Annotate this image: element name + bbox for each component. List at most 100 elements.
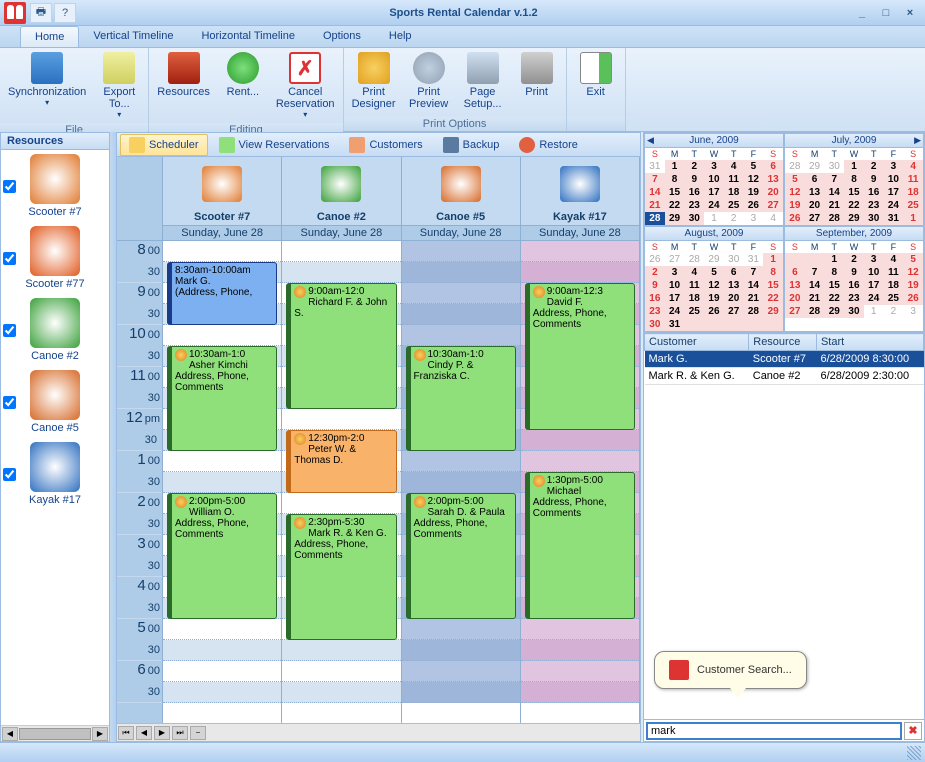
- calendar-day[interactable]: 18: [903, 186, 923, 199]
- time-slot[interactable]: [402, 619, 520, 640]
- minimize-button[interactable]: _: [851, 4, 873, 22]
- calendar-day[interactable]: 15: [824, 279, 844, 292]
- calendar-day[interactable]: 22: [665, 199, 685, 212]
- calendar-day[interactable]: 2: [864, 160, 884, 173]
- calendar-day[interactable]: 1: [864, 305, 884, 318]
- calendar-day[interactable]: 27: [763, 199, 783, 212]
- calendar-day[interactable]: 10: [665, 279, 685, 292]
- resource-checkbox[interactable]: [3, 468, 16, 481]
- calendar-day[interactable]: 29: [704, 253, 724, 266]
- calendar-day[interactable]: 31: [884, 212, 904, 225]
- calendar-day[interactable]: 10: [884, 173, 904, 186]
- time-slot[interactable]: [521, 619, 639, 640]
- calendar-day[interactable]: 3: [903, 305, 923, 318]
- calendar-day[interactable]: 23: [844, 292, 864, 305]
- calendar-day[interactable]: 24: [864, 292, 884, 305]
- resource-checkbox[interactable]: [3, 252, 16, 265]
- reservation-event[interactable]: 12:30pm-2:0Peter W. & Thomas D.: [286, 430, 396, 493]
- calendar-day[interactable]: 22: [824, 292, 844, 305]
- calendar-day[interactable]: 28: [785, 160, 805, 173]
- time-slot[interactable]: [163, 682, 281, 703]
- calendar-day[interactable]: 18: [684, 292, 704, 305]
- resource-item[interactable]: Kayak #17: [1, 438, 109, 510]
- calendar-day[interactable]: 9: [844, 266, 864, 279]
- calendar-day[interactable]: 21: [645, 199, 665, 212]
- column-body[interactable]: 8:30am-10:00amMark G.(Address, Phone, 10…: [163, 241, 281, 703]
- calendar-day[interactable]: 30: [844, 305, 864, 318]
- tab-customers[interactable]: Customers: [340, 134, 431, 156]
- calendar-day[interactable]: 30: [645, 318, 665, 331]
- time-slot[interactable]: [163, 241, 281, 262]
- time-slot[interactable]: [282, 682, 400, 703]
- time-slot[interactable]: [402, 472, 520, 493]
- calendar-day[interactable]: 29: [665, 212, 685, 225]
- col-start[interactable]: Start: [816, 334, 923, 351]
- calendar-day[interactable]: 3: [744, 212, 764, 225]
- resources-scrollbar[interactable]: ◀ ▶: [1, 725, 109, 741]
- calendar-day[interactable]: 21: [824, 199, 844, 212]
- tab-backup[interactable]: Backup: [434, 134, 509, 156]
- calendar-day[interactable]: 8: [763, 266, 783, 279]
- calendar-day[interactable]: 17: [864, 279, 884, 292]
- calendar-day[interactable]: 14: [645, 186, 665, 199]
- time-slot[interactable]: [521, 451, 639, 472]
- calendar-day[interactable]: 11: [884, 266, 904, 279]
- calendar-day[interactable]: 15: [665, 186, 685, 199]
- calendar-day[interactable]: 25: [884, 292, 904, 305]
- calendar-day[interactable]: 29: [805, 160, 825, 173]
- calendar-day[interactable]: 30: [864, 212, 884, 225]
- time-slot[interactable]: [402, 451, 520, 472]
- calendar-day[interactable]: 2: [884, 305, 904, 318]
- time-slot[interactable]: [402, 325, 520, 346]
- reservation-event[interactable]: 9:00am-12:0Richard F. & John S.: [286, 283, 396, 409]
- calendar-day[interactable]: 2: [724, 212, 744, 225]
- calendar-day[interactable]: 3: [884, 160, 904, 173]
- calendar-day[interactable]: 24: [884, 199, 904, 212]
- calendar-day[interactable]: 1: [824, 253, 844, 266]
- print-button[interactable]: Print: [510, 50, 564, 115]
- calendar-day[interactable]: 28: [684, 253, 704, 266]
- result-row[interactable]: Mark G.Scooter #76/28/2009 8:30:00: [645, 351, 924, 368]
- calendar-day[interactable]: [704, 318, 724, 331]
- resource-item[interactable]: Canoe #2: [1, 294, 109, 366]
- calendar-day[interactable]: 18: [884, 279, 904, 292]
- resource-item[interactable]: Canoe #5: [1, 366, 109, 438]
- calendar-day[interactable]: 31: [645, 160, 665, 173]
- calendar-day[interactable]: 5: [785, 173, 805, 186]
- calendar-day[interactable]: 2: [645, 266, 665, 279]
- search-input[interactable]: [646, 722, 902, 740]
- calendar-day[interactable]: 23: [864, 199, 884, 212]
- time-slot[interactable]: [163, 472, 281, 493]
- calendar-day[interactable]: 29: [824, 305, 844, 318]
- calendar-day[interactable]: [744, 318, 764, 331]
- calendar-day[interactable]: 1: [903, 212, 923, 225]
- calendar-day[interactable]: 25: [684, 305, 704, 318]
- nav-first-button[interactable]: ⏮: [118, 726, 134, 740]
- help-quick-button[interactable]: ?: [54, 3, 76, 23]
- nav-next-button[interactable]: ▶: [154, 726, 170, 740]
- calendar-day[interactable]: 27: [785, 305, 805, 318]
- print-preview-button[interactable]: Print Preview: [402, 50, 456, 115]
- calendar-day[interactable]: 28: [824, 212, 844, 225]
- reservation-event[interactable]: 10:30am-1:0Asher KimchiAddress, Phone, C…: [167, 346, 277, 451]
- maximize-button[interactable]: □: [875, 4, 897, 22]
- cancel-reservation-button[interactable]: ✗ Cancel Reservation ▾: [270, 50, 341, 121]
- time-slot[interactable]: [402, 661, 520, 682]
- tab-help[interactable]: Help: [375, 26, 426, 47]
- calendar-day[interactable]: 13: [805, 186, 825, 199]
- calendar-day[interactable]: 4: [684, 266, 704, 279]
- reservation-event[interactable]: 8:30am-10:00amMark G.(Address, Phone,: [167, 262, 277, 325]
- tab-horizontal-timeline[interactable]: Horizontal Timeline: [187, 26, 309, 47]
- calendar-day[interactable]: 30: [684, 212, 704, 225]
- calendar-day[interactable]: 26: [704, 305, 724, 318]
- time-slot[interactable]: [521, 661, 639, 682]
- calendar-day[interactable]: 24: [665, 305, 685, 318]
- calendar-day[interactable]: 30: [724, 253, 744, 266]
- calendar-day[interactable]: 7: [824, 173, 844, 186]
- calendar-day[interactable]: 5: [704, 266, 724, 279]
- calendar-day[interactable]: 19: [903, 279, 923, 292]
- calendar-day[interactable]: 6: [785, 266, 805, 279]
- time-slot[interactable]: [163, 451, 281, 472]
- calendar-day[interactable]: 16: [844, 279, 864, 292]
- column-body[interactable]: 9:00am-12:0Richard F. & John S. 12:30pm-…: [282, 241, 400, 703]
